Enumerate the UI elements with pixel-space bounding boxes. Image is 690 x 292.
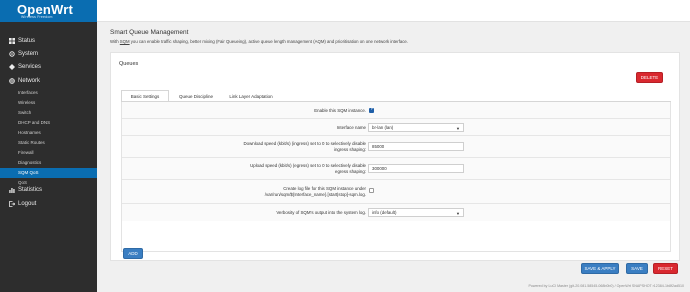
desc-text: With	[110, 39, 120, 44]
sidebar-item-label: System	[18, 51, 39, 57]
sidebar-item-label: Status	[18, 38, 36, 44]
sidebar-item-firewall[interactable]: Firewall	[0, 148, 97, 158]
chart-icon	[8, 185, 16, 195]
chevron-down-icon: ▼	[456, 211, 460, 216]
sidebar: Status System Services Network Interface…	[0, 22, 97, 292]
brand-subtitle: Wireless Freedom	[21, 15, 53, 19]
download-value: 85000	[372, 144, 385, 149]
sidebar-item-label: Logout	[18, 201, 37, 207]
upload-label: Upload speed (kbit/s) (egress) set to 0 …	[250, 163, 366, 174]
page-description: With SQM you can enable traffic shaping,…	[110, 39, 408, 44]
upload-value: 300000	[372, 166, 387, 171]
save-apply-button[interactable]: SAVE & APPLY	[581, 263, 619, 274]
sidebar-item-label: Hostnames	[18, 130, 41, 135]
enable-checkbox[interactable]	[369, 107, 374, 113]
brand-logo[interactable]: OpenWrt Wireless Freedom	[0, 0, 97, 22]
form-row-upload: Upload speed (kbit/s) (egress) set to 0 …	[122, 158, 670, 180]
sidebar-item-hostnames[interactable]: Hostnames	[0, 128, 97, 138]
sidebar-item-switch[interactable]: Switch	[0, 108, 97, 118]
logfile-label: Create log file for this SQM instance un…	[264, 186, 366, 197]
top-bar	[0, 0, 690, 22]
sidebar-item-statistics[interactable]: Statistics	[0, 185, 97, 197]
globe-icon	[8, 76, 16, 86]
sidebar-item-label: Static Routes	[18, 140, 45, 145]
logout-icon	[8, 199, 16, 209]
sidebar-item-label: Wireless	[18, 100, 36, 105]
download-label: Download speed (kbit/s) (ingress) set to…	[243, 141, 366, 152]
chevron-down-icon: ▼	[456, 126, 460, 131]
services-icon	[8, 62, 16, 72]
sqm-link[interactable]: SQM	[120, 39, 130, 44]
sidebar-item-label: Interfaces	[18, 90, 38, 95]
save-button[interactable]: SAVE	[626, 263, 648, 274]
queues-card: Queues DELETE Basic Settings Queue Disci…	[110, 52, 680, 261]
page-title: Smart Queue Management	[110, 29, 189, 36]
upload-speed-input[interactable]: 300000	[368, 164, 464, 173]
form-row-download: Download speed (kbit/s) (ingress) set to…	[122, 136, 670, 158]
add-button[interactable]: ADD	[123, 248, 143, 259]
form-row-logfile: Create log file for this SQM instance un…	[122, 180, 670, 204]
basic-settings-form: Enable this SQM instance. Interface name…	[121, 102, 671, 252]
sidebar-item-dhcp-dns[interactable]: DHCP and DNS	[0, 118, 97, 128]
sidebar-item-logout[interactable]: Logout	[0, 199, 97, 211]
logfile-checkbox[interactable]	[369, 188, 374, 193]
enable-label: Enable this SQM instance.	[314, 108, 366, 113]
queues-title: Queues	[119, 61, 139, 67]
sidebar-item-wireless[interactable]: Wireless	[0, 98, 97, 108]
sidebar-item-label: Switch	[18, 110, 32, 115]
sidebar-item-sqm-qos[interactable]: SQM QoS	[0, 168, 97, 178]
sidebar-item-diagnostics[interactable]: Diagnostics	[0, 158, 97, 168]
desc-text: you can enable traffic shaping, better m…	[129, 39, 409, 44]
powered-by-text: Powered by LuCI Master (git-20.081.58545…	[528, 284, 685, 288]
sidebar-item-label: Network	[18, 78, 41, 84]
verbosity-label: Verbosity of SQM's output into the syste…	[276, 210, 366, 215]
interface-label: Interface name	[336, 125, 366, 130]
sidebar-item-system[interactable]: System	[0, 49, 97, 61]
sidebar-item-static-routes[interactable]: Static Routes	[0, 138, 97, 148]
gear-icon	[8, 49, 16, 59]
form-row-enable: Enable this SQM instance.	[122, 102, 670, 119]
download-speed-input[interactable]: 85000	[368, 142, 464, 151]
sidebar-item-network[interactable]: Network	[0, 76, 97, 88]
dashboard-icon	[8, 36, 16, 46]
interface-value: br-lan (lan)	[372, 125, 394, 130]
sidebar-item-label: Services	[18, 64, 42, 70]
sidebar-item-services[interactable]: Services	[0, 62, 97, 74]
sidebar-item-label: Firewall	[18, 150, 34, 155]
form-row-interface: Interface name br-lan (lan) ▼	[122, 119, 670, 136]
sidebar-item-interfaces[interactable]: Interfaces	[0, 88, 97, 98]
sidebar-item-label: Statistics	[18, 187, 43, 193]
reset-button[interactable]: RESET	[653, 263, 678, 274]
verbosity-value: info (default)	[372, 210, 397, 215]
sidebar-item-label: SQM QoS	[18, 170, 39, 175]
delete-button[interactable]: DELETE	[636, 72, 663, 83]
main-content: Smart Queue Management With SQM you can …	[97, 22, 690, 292]
sidebar-item-label: Diagnostics	[18, 160, 42, 165]
verbosity-select[interactable]: info (default) ▼	[368, 208, 464, 217]
interface-select[interactable]: br-lan (lan) ▼	[368, 123, 464, 132]
form-row-verbosity: Verbosity of SQM's output into the syste…	[122, 204, 670, 221]
sidebar-item-label: DHCP and DNS	[18, 120, 51, 125]
sidebar-item-status[interactable]: Status	[0, 36, 97, 48]
